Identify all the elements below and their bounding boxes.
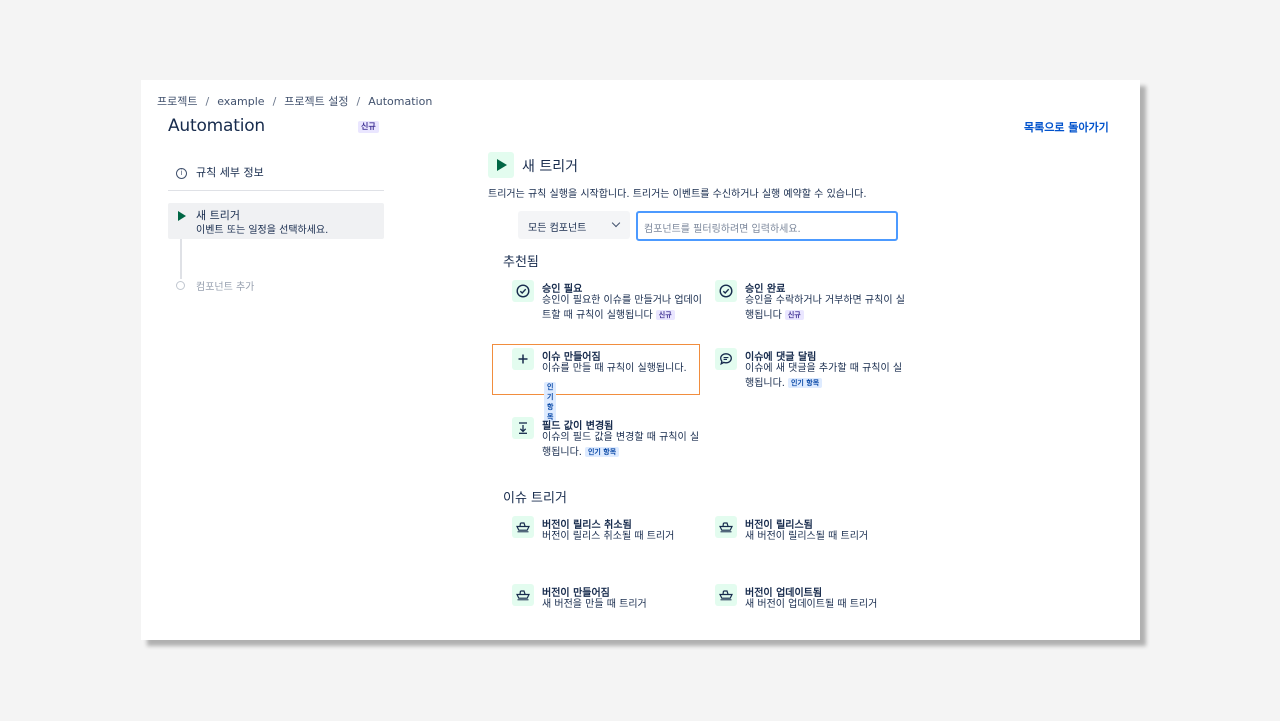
component-type-select[interactable]: 모든 컴포넌트 [518,211,630,239]
desc-line: 승인을 수락하거나 거부하면 규칙이 실 [745,295,905,306]
play-icon [178,211,186,221]
trigger-card-desc: 새 버전이 릴리스될 때 트리거 [745,531,869,542]
check-circle-icon [512,280,534,302]
step-rule-details-label: 규칙 세부 정보 [196,166,264,179]
step-new-trigger[interactable]: 새 트리거 이벤트 또는 일정을 선택하세요. [168,203,384,239]
chevron-down-icon [611,218,621,228]
new-badge: 신규 [784,310,804,320]
trigger-description: 트리거는 규칙 실행을 시작합니다. 트리거는 이벤트를 수신하거나 실행 예약… [488,189,867,200]
trigger-card-desc: 이슈의 필드 값을 변경할 때 규칙이 실 행됩니다. 인기 항목 [542,430,699,460]
check-circle-icon [715,280,737,302]
desc-text: 트할 때 규칙이 실행됩니다 [542,310,653,321]
breadcrumb-automation[interactable]: Automation [368,95,432,108]
breadcrumb-project-settings[interactable]: 프로젝트 설정 [284,95,348,108]
breadcrumb-separator: / [356,95,361,108]
ship-icon [512,516,534,538]
desc-line: 이슈에 새 댓글을 추가할 때 규칙이 실 [745,363,903,374]
divider [168,190,384,191]
step-add-component[interactable]: 컴포넌트 추가 [176,278,254,293]
plus-icon [512,348,534,370]
trigger-card-desc: 이슈에 새 댓글을 추가할 때 규칙이 실 행됩니다. 인기 항목 [745,361,902,391]
popular-badge: 인기 항목 [787,378,823,388]
desc-line: 승인이 필요한 이슈를 만들거나 업데이 [542,295,702,306]
step-add-component-label: 컴포넌트 추가 [196,282,255,293]
info-icon: i [176,168,187,179]
trigger-card-desc: 버전이 릴리스 취소될 때 트리거 [542,531,675,542]
step-new-trigger-desc: 이벤트 또는 일정을 선택하세요. [196,225,329,236]
trigger-card-desc: 이슈를 만들 때 규칙이 실행됩니다. [542,361,687,376]
field-change-icon [512,417,534,439]
desc-text: 행됩니다. [542,447,582,458]
breadcrumb-separator: / [205,95,210,108]
issue-triggers-section-title: 이슈 트리거 [503,491,567,506]
step-rule-details[interactable]: i 규칙 세부 정보 [176,164,264,180]
ship-icon [715,516,737,538]
step-connector [180,239,182,279]
popular-badge: 인기 항목 [544,382,557,422]
step-dot-icon [176,281,185,290]
desc-line: 트할 때 규칙이 실행됩니다 신규 [542,308,702,323]
popular-badge: 인기 항목 [584,447,620,457]
trigger-title: 새 트리거 [522,159,578,175]
trigger-card-desc: 새 버전이 업데이트될 때 트리거 [745,599,878,610]
component-filter-placeholder: 컴포넌트를 필터링하려면 입력하세요. [644,224,801,235]
trigger-card-desc: 새 버전을 만들 때 트리거 [542,599,647,610]
ship-icon [512,584,534,606]
breadcrumb-projects[interactable]: 프로젝트 [157,95,197,108]
breadcrumb: 프로젝트 / example / 프로젝트 설정 / Automation [157,93,432,109]
desc-line: 이슈의 필드 값을 변경할 때 규칙이 실 [542,432,700,443]
trigger-card-desc: 승인을 수락하거나 거부하면 규칙이 실 행됩니다 신규 [745,293,905,323]
desc-line: 행됩니다. 인기 항목 [542,445,699,460]
desc-line: 행됩니다. 인기 항목 [745,376,902,391]
desc-text: 행됩니다. [745,378,785,389]
back-to-list-link[interactable]: 목록으로 돌아가기 [1024,119,1109,135]
recommended-section-title: 추천됨 [503,255,539,270]
desc-line: 행됩니다 신규 [745,308,905,323]
page-title: Automation [168,116,266,136]
comment-icon [715,348,737,370]
new-badge: 신규 [655,310,675,320]
breadcrumb-project[interactable]: example [217,95,264,108]
desc-text: 행됩니다 [745,310,782,321]
trigger-play-icon [488,152,514,178]
component-filter-input[interactable]: 컴포넌트를 필터링하려면 입력하세요. [636,211,898,241]
component-type-select-value: 모든 컴포넌트 [528,223,587,234]
breadcrumb-separator: / [272,95,277,108]
new-badge: 신규 [358,121,379,133]
desc-line: 이슈를 만들 때 규칙이 실행됩니다. [542,363,687,374]
ship-icon [715,584,737,606]
trigger-card-desc: 승인이 필요한 이슈를 만들거나 업데이 트할 때 규칙이 실행됩니다 신규 [542,293,702,323]
automation-panel: 프로젝트 / example / 프로젝트 설정 / Automation Automati… [141,80,1140,640]
